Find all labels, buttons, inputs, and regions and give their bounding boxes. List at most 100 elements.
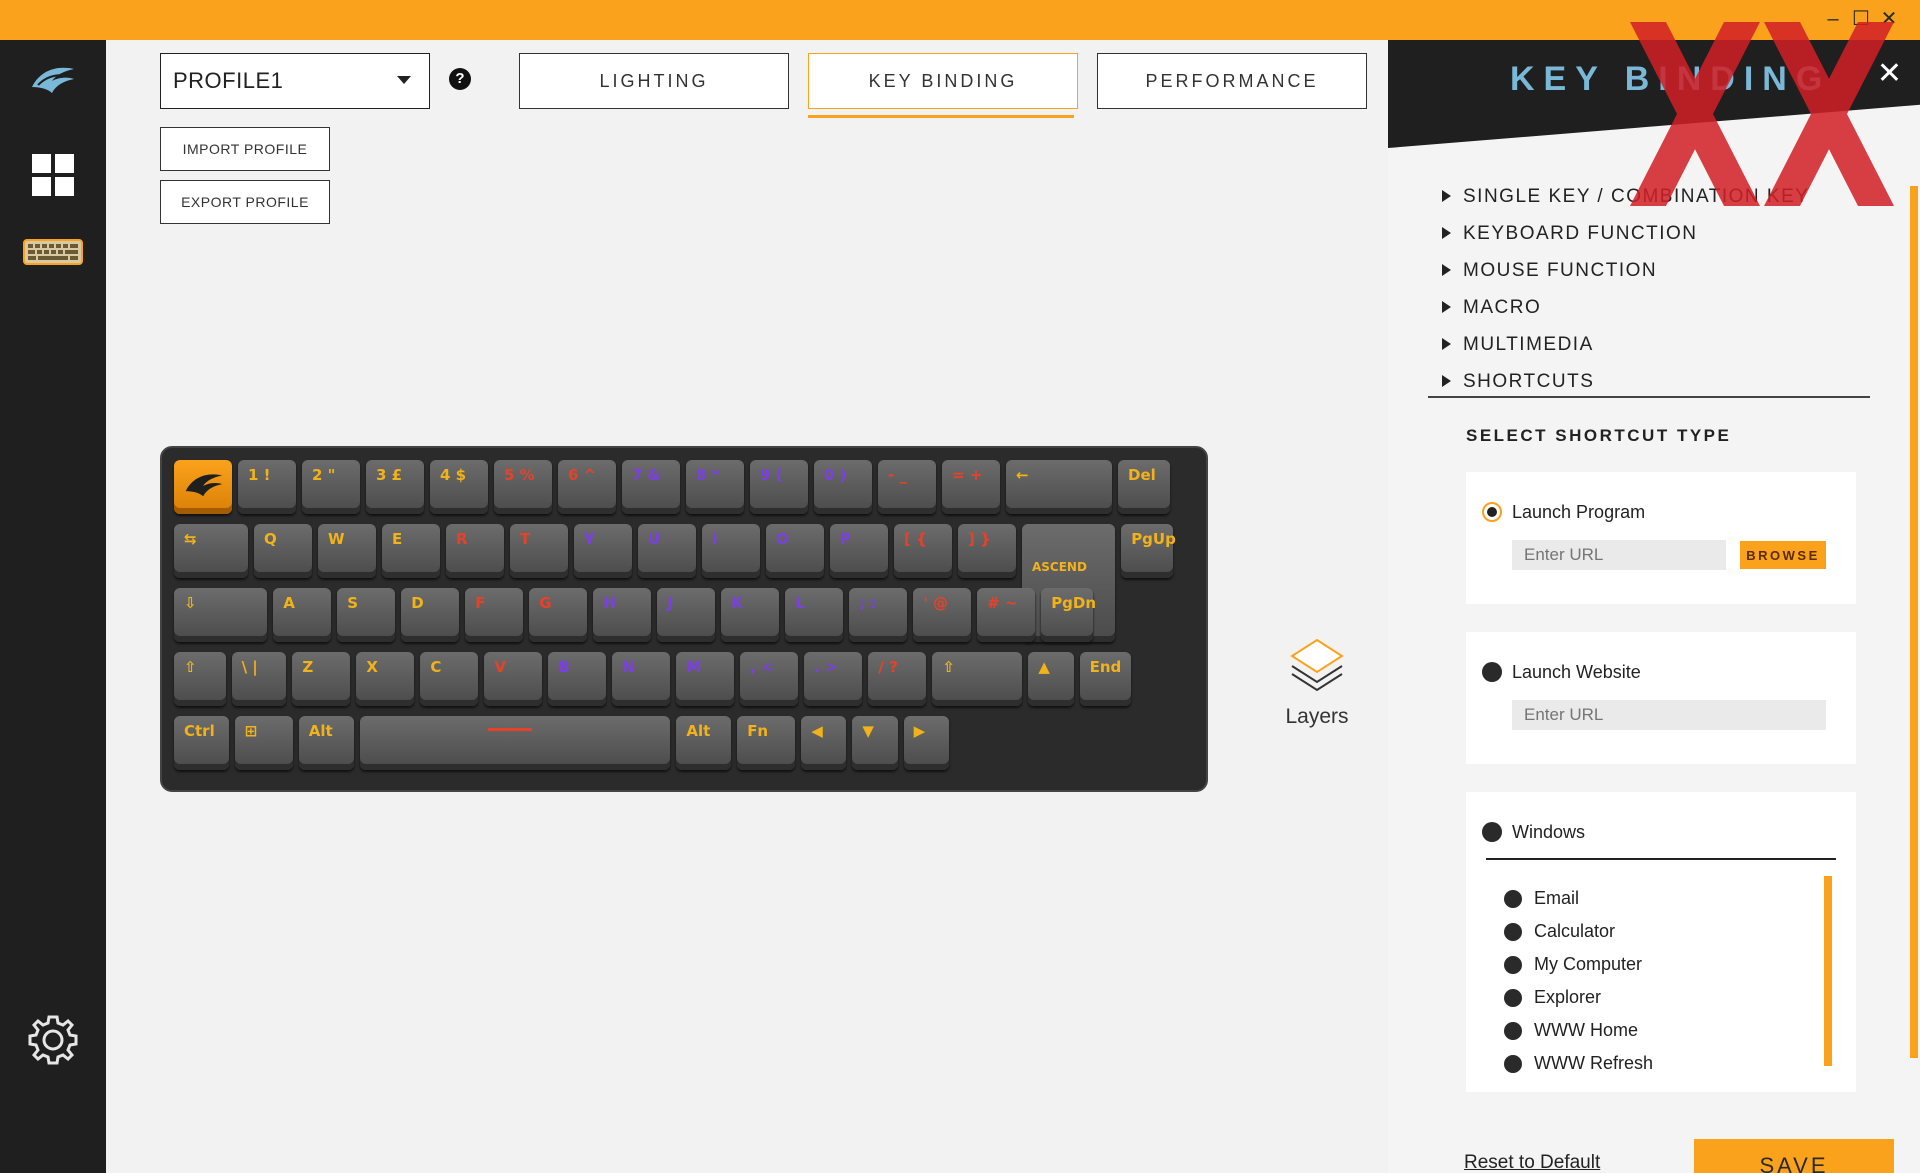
shortcut-item[interactable]: My Computer <box>1504 954 1642 975</box>
keycap[interactable]: X <box>356 652 415 706</box>
keycap[interactable]: B <box>548 652 607 706</box>
keycap[interactable]: 0 ) <box>814 460 872 514</box>
keycap[interactable]: 6 ^ <box>558 460 616 514</box>
keycap[interactable]: \ | <box>231 652 287 706</box>
keycap[interactable]: I <box>702 524 760 578</box>
spacebar-key[interactable] <box>359 716 671 770</box>
keycap[interactable]: ⇆ <box>174 524 248 578</box>
keycap[interactable]: Y <box>574 524 632 578</box>
keycap[interactable]: 1 ! <box>238 460 296 514</box>
keycap[interactable]: Q <box>254 524 312 578</box>
export-profile-button[interactable]: EXPORT PROFILE <box>160 180 330 224</box>
panel-close-icon[interactable]: ✕ <box>1877 56 1902 91</box>
keycap[interactable]: - _ <box>878 460 936 514</box>
grid-icon[interactable] <box>0 150 106 200</box>
keycap[interactable]: K <box>721 588 780 642</box>
keycap[interactable]: Del <box>1118 460 1170 514</box>
keycap[interactable]: = + <box>942 460 1000 514</box>
keycap[interactable]: Alt <box>298 716 354 770</box>
profile-select[interactable]: PROFILE1 <box>160 53 430 109</box>
keycap[interactable]: ; : <box>849 588 908 642</box>
launch-program-url-input[interactable] <box>1512 540 1726 570</box>
panel-scrollbar[interactable] <box>1910 186 1918 1058</box>
keycap[interactable]: 3 £ <box>366 460 424 514</box>
tab-lighting[interactable]: LIGHTING <box>519 53 789 109</box>
keycap[interactable]: U <box>638 524 696 578</box>
keycap[interactable]: 2 " <box>302 460 360 514</box>
menu-mouse-function[interactable]: MOUSE FUNCTION <box>1442 260 1657 282</box>
keycap[interactable]: D <box>401 588 460 642</box>
keycap[interactable]: Z <box>292 652 351 706</box>
keycap[interactable]: / ? <box>868 652 927 706</box>
keycap[interactable]: 8 * <box>686 460 744 514</box>
keycap[interactable]: P <box>830 524 888 578</box>
keycap[interactable]: T <box>510 524 568 578</box>
keycap[interactable]: M <box>676 652 735 706</box>
keycap[interactable]: ] } <box>958 524 1016 578</box>
keycap[interactable]: Fn <box>737 716 796 770</box>
keycap[interactable]: ⇧ <box>174 652 226 706</box>
keycap[interactable]: ← <box>1006 460 1112 514</box>
wing-logo-icon[interactable] <box>0 60 106 100</box>
keycap[interactable]: ' @ <box>913 588 972 642</box>
keycap[interactable]: ▲ <box>1028 652 1074 706</box>
launch-program-radio[interactable] <box>1482 502 1502 522</box>
keycap[interactable]: Alt <box>676 716 732 770</box>
keycap[interactable]: J <box>657 588 716 642</box>
keycap[interactable]: 4 $ <box>430 460 488 514</box>
maximize-button[interactable]: ☐ <box>1848 6 1874 32</box>
keycap[interactable]: 5 % <box>494 460 552 514</box>
keycap[interactable]: 7 & <box>622 460 680 514</box>
keycap[interactable]: , < <box>740 652 799 706</box>
tab-key-binding[interactable]: KEY BINDING <box>808 53 1078 109</box>
menu-single-key[interactable]: SINGLE KEY / COMBINATION KEY <box>1442 186 1809 208</box>
list-scrollbar[interactable] <box>1824 876 1832 1066</box>
menu-keyboard-function[interactable]: KEYBOARD FUNCTION <box>1442 223 1698 245</box>
keycap[interactable]: ▶ <box>903 716 949 770</box>
reset-to-default-link[interactable]: Reset to Default <box>1464 1152 1600 1173</box>
keyboard-icon[interactable] <box>0 232 106 272</box>
keycap[interactable]: V <box>484 652 543 706</box>
logo-key[interactable] <box>174 460 232 514</box>
keycap[interactable]: # ~ <box>977 588 1036 642</box>
shortcut-item[interactable]: Explorer <box>1504 987 1601 1008</box>
keycap[interactable]: PgDn <box>1041 588 1096 642</box>
tab-performance[interactable]: PERFORMANCE <box>1097 53 1367 109</box>
layers-button[interactable]: Layers <box>1274 638 1360 729</box>
keycap[interactable]: G <box>529 588 588 642</box>
help-icon[interactable]: ? <box>449 68 471 90</box>
minimize-button[interactable]: – <box>1820 6 1846 32</box>
keycap[interactable]: L <box>785 588 844 642</box>
shortcut-item[interactable]: Email <box>1504 888 1579 909</box>
keycap[interactable]: O <box>766 524 824 578</box>
save-button[interactable]: SAVE <box>1694 1139 1894 1173</box>
keycap[interactable]: N <box>612 652 671 706</box>
keycap[interactable]: [ { <box>894 524 952 578</box>
windows-radio[interactable] <box>1482 822 1502 842</box>
keycap[interactable]: ▼ <box>852 716 898 770</box>
browse-button[interactable]: BROWSE <box>1740 541 1826 569</box>
menu-multimedia[interactable]: MULTIMEDIA <box>1442 334 1594 356</box>
shortcut-item[interactable]: WWW Home <box>1504 1020 1638 1041</box>
shortcut-item[interactable]: WWW Refresh <box>1504 1053 1653 1074</box>
keycap[interactable]: W <box>318 524 376 578</box>
keycap[interactable]: ◀ <box>801 716 847 770</box>
keycap[interactable]: ⊞ <box>234 716 293 770</box>
launch-website-radio[interactable] <box>1482 662 1502 682</box>
window-close-button[interactable]: ✕ <box>1876 6 1902 32</box>
keycap[interactable]: E <box>382 524 440 578</box>
keycap[interactable]: PgUp <box>1121 524 1176 578</box>
keycap[interactable]: C <box>420 652 479 706</box>
keycap[interactable]: ⇧ <box>932 652 1023 706</box>
keycap[interactable]: ⇩ <box>174 588 268 642</box>
keycap[interactable]: A <box>273 588 332 642</box>
launch-website-url-input[interactable] <box>1512 700 1826 730</box>
keycap[interactable]: F <box>465 588 524 642</box>
keycap[interactable]: S <box>337 588 396 642</box>
shortcut-item[interactable]: Calculator <box>1504 921 1615 942</box>
keycap[interactable]: Ctrl <box>174 716 229 770</box>
gear-icon[interactable] <box>0 1010 106 1070</box>
import-profile-button[interactable]: IMPORT PROFILE <box>160 127 330 171</box>
keycap[interactable]: R <box>446 524 504 578</box>
keycap[interactable]: 9 ( <box>750 460 808 514</box>
